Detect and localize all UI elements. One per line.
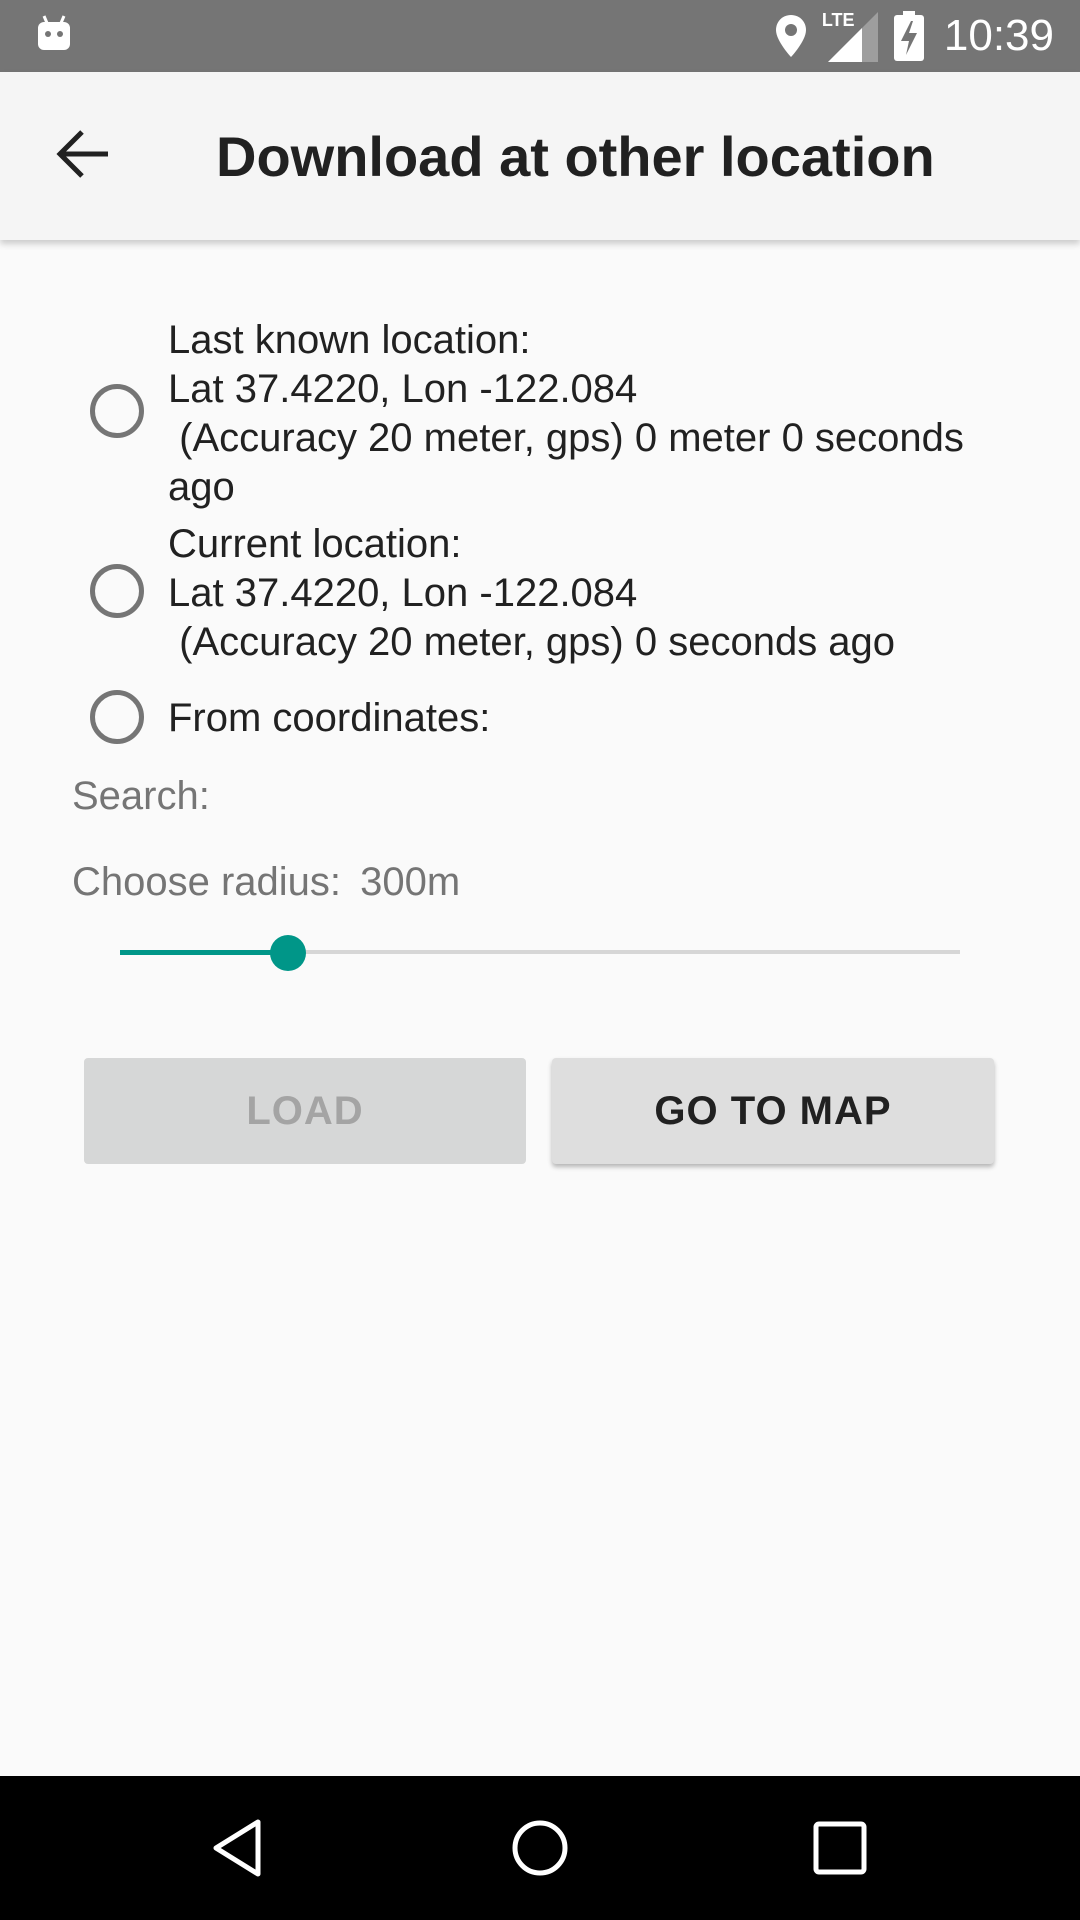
radius-slider-fill [120, 950, 288, 955]
option-from-coordinates[interactable]: From coordinates: [0, 690, 1080, 754]
radius-label: Choose radius: 300m [72, 860, 460, 905]
status-bar: LTE 10:39 [0, 0, 1080, 72]
location-icon [775, 15, 806, 57]
load-button[interactable]: LOAD [84, 1058, 526, 1164]
app-bar: Download at other location [0, 72, 1080, 240]
battery-charging-icon [893, 11, 924, 61]
option-last-known-location[interactable]: Last known location: Lat 37.4220, Lon -1… [0, 316, 1080, 516]
navigation-bar [0, 1776, 1080, 1920]
recents-square-icon[interactable] [808, 1816, 872, 1880]
android-icon [38, 15, 70, 50]
option-text-last-known: Last known location: Lat 37.4220, Lon -1… [168, 318, 964, 509]
radio-button-coordinates[interactable] [90, 690, 144, 744]
lte-signal-icon: LTE [822, 8, 880, 64]
home-circle-icon[interactable] [508, 1816, 572, 1880]
radius-slider-thumb[interactable] [270, 935, 306, 971]
arrow-back-icon[interactable] [52, 122, 116, 186]
option-current-location[interactable]: Current location: Lat 37.4220, Lon -122.… [0, 520, 1080, 670]
option-text-coordinates: From coordinates: [168, 696, 491, 740]
page-title: Download at other location [216, 124, 935, 188]
option-text-current: Current location: Lat 37.4220, Lon -122.… [168, 522, 896, 664]
radius-value: 300m [360, 860, 461, 904]
radio-button-current[interactable] [90, 564, 144, 618]
search-label: Search: [72, 774, 210, 818]
radio-button-last-known[interactable] [90, 384, 144, 438]
status-time: 10:39 [943, 11, 1054, 60]
radius-label-text: Choose radius: [72, 860, 342, 904]
back-triangle-icon[interactable] [208, 1816, 272, 1880]
go-to-map-button[interactable]: GO TO MAP [552, 1058, 994, 1164]
network-label: LTE [821, 10, 855, 30]
